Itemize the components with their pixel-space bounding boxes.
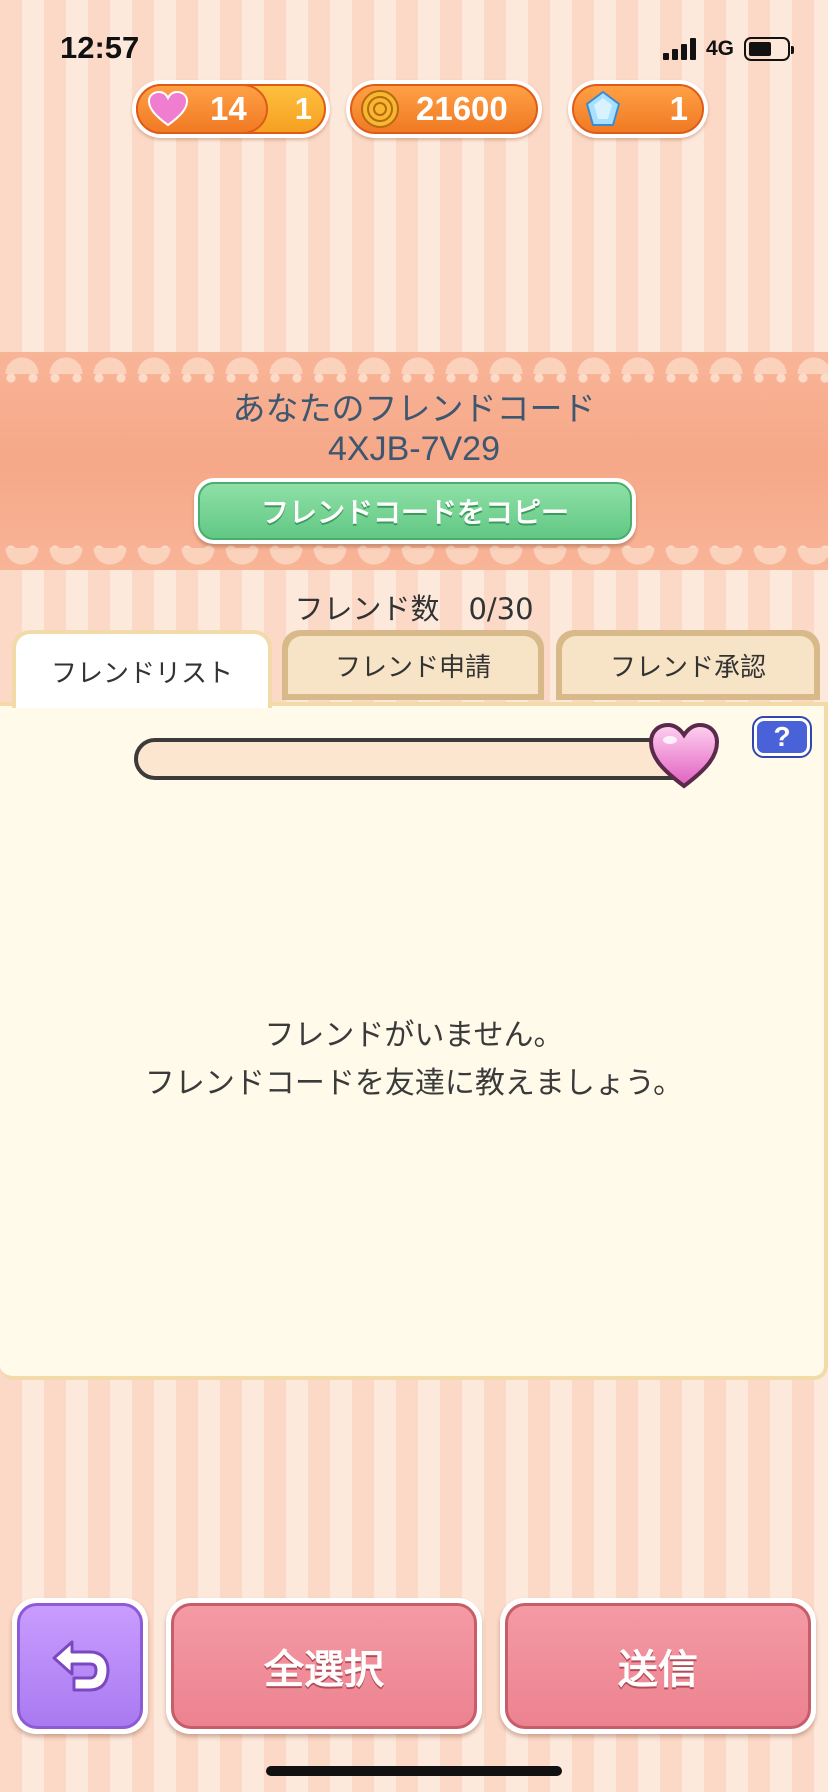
coin-icon — [361, 90, 399, 128]
select-all-label: 全選択 — [171, 1603, 477, 1729]
copy-friend-code-label: フレンドコードをコピー — [198, 482, 632, 540]
send-label: 送信 — [505, 1603, 811, 1729]
tab-friend-approval-label: フレンド承認 — [609, 652, 766, 683]
tab-friend-request[interactable]: フレンド申請 — [282, 630, 544, 700]
friend-code-value: 4XJB-7V29 — [328, 430, 500, 468]
gems-counter[interactable]: 1 — [568, 80, 708, 138]
gem-icon — [585, 90, 621, 126]
gems-value: 1 — [669, 90, 688, 127]
banner-scallop-bottom — [0, 548, 828, 570]
copy-friend-code-button[interactable]: フレンドコードをコピー — [194, 478, 636, 544]
hearts-extra: 1 — [294, 91, 312, 126]
coins-counter[interactable]: 21600 — [346, 80, 542, 138]
home-indicator[interactable] — [266, 1766, 562, 1776]
signal-icon — [662, 38, 696, 60]
select-all-button[interactable]: 全選択 — [166, 1598, 482, 1734]
banner-scallop-top — [0, 352, 828, 374]
network-type: 4G — [705, 37, 734, 60]
tab-friend-list[interactable]: フレンドリスト — [12, 630, 272, 708]
status-indicators: 4G — [662, 34, 794, 64]
heart-slider-handle-icon[interactable] — [648, 722, 720, 790]
back-arrow-icon — [52, 1640, 110, 1692]
hearts-value: 14 — [210, 90, 247, 127]
empty-message-line2: フレンドコードを友達に教えましょう。 — [144, 1066, 684, 1101]
coins-value: 21600 — [416, 90, 508, 127]
help-button[interactable]: ? — [754, 718, 810, 756]
back-button[interactable] — [12, 1598, 148, 1734]
tab-friend-approval[interactable]: フレンド承認 — [556, 630, 820, 700]
empty-message-line1: フレンドがいません。 — [264, 1018, 564, 1053]
tab-friend-list-label: フレンドリスト — [50, 658, 233, 689]
tab-friend-request-label: フレンド申請 — [334, 652, 491, 683]
friend-count: フレンド数 0/30 — [294, 592, 534, 626]
send-button[interactable]: 送信 — [500, 1598, 816, 1734]
heart-icon — [148, 91, 188, 127]
battery-icon — [744, 37, 794, 61]
friend-code-title: あなたのフレンドコード — [232, 389, 596, 428]
heart-slider-track[interactable] — [134, 738, 694, 780]
status-time: 12:57 — [60, 30, 140, 65]
hearts-counter[interactable]: 14 1 — [132, 80, 330, 138]
